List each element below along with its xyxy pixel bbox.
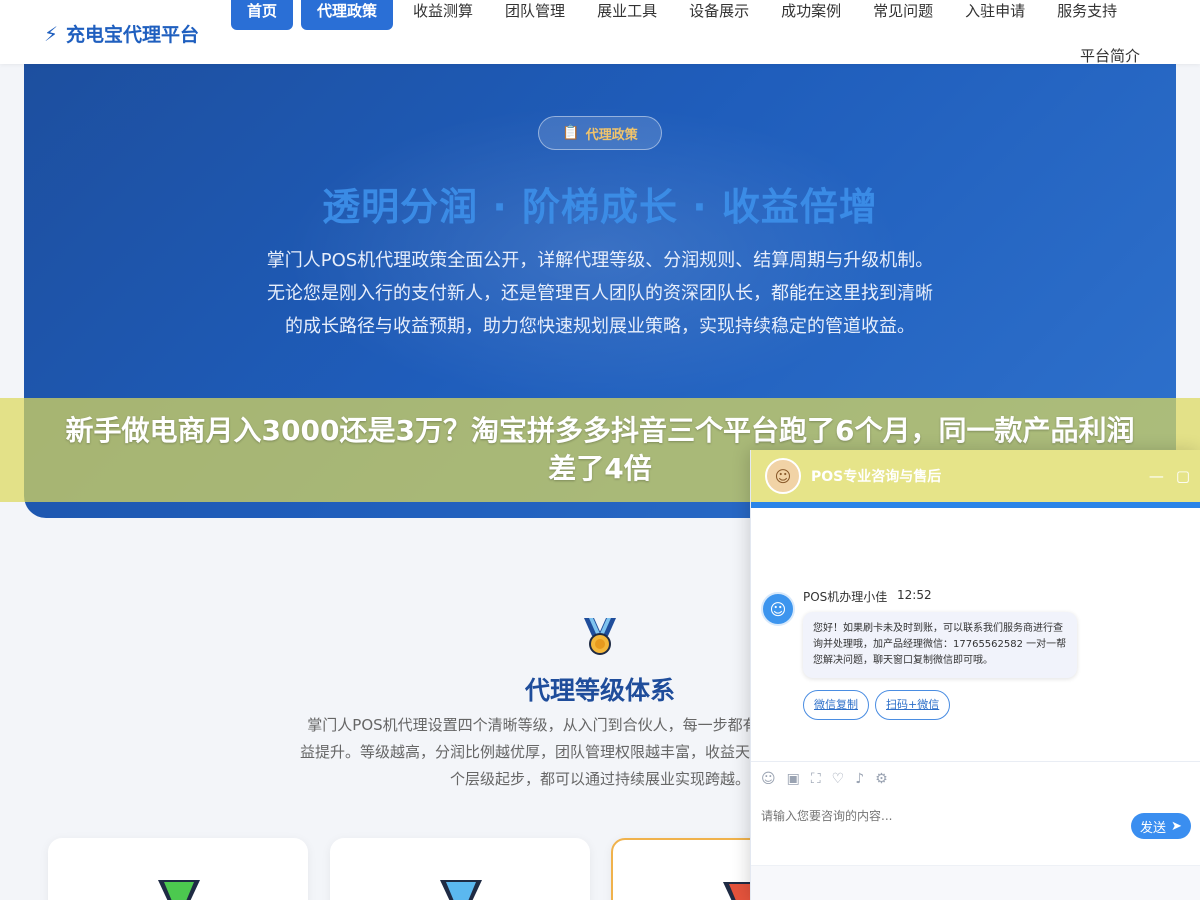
send-button[interactable]: 发送 ➤: [1131, 813, 1191, 839]
message-bubble: 您好！如果刷卡未及时到账，可以联系我们服务商进行查询并处理哦，加产品经理微信：1…: [803, 612, 1077, 678]
scan-wechat-button[interactable]: 扫码+微信: [875, 690, 951, 720]
chat-title: POS专业咨询与售后: [811, 469, 942, 485]
screenshot-icon[interactable]: ⛶: [811, 771, 821, 787]
message-time: 12:52: [897, 588, 932, 602]
nav-home[interactable]: 首页: [231, 0, 294, 30]
chat-window-controls: — ▢: [1149, 467, 1190, 485]
agent-avatar: ☺: [765, 458, 801, 494]
sound-icon[interactable]: ♪: [855, 771, 864, 787]
bot-avatar: ☺: [761, 592, 795, 626]
chat-widget: ☺ POS专业咨询与售后 — ▢ ☺ POS机办理小佳 12:52 您好！如果刷…: [750, 450, 1200, 900]
nav-device-showcase[interactable]: 设备展示: [673, 0, 765, 30]
chat-input-area: 发送 ➤: [751, 795, 1200, 865]
site-logo[interactable]: ⚡ 充电宝代理平台: [44, 20, 199, 47]
nav-platform-intro[interactable]: 平台简介: [1080, 45, 1140, 66]
chat-input[interactable]: [761, 803, 1121, 829]
transfer-icon[interactable]: ⚙: [875, 771, 888, 787]
bot-icon: ☺: [769, 599, 787, 619]
chat-messages[interactable]: ☺ POS机办理小佳 12:52 您好！如果刷卡未及时到账，可以联系我们服务商进…: [751, 508, 1200, 761]
chat-footer: [751, 865, 1200, 900]
medal-icon: [584, 618, 616, 655]
nav-apply[interactable]: 入驻申请: [949, 0, 1041, 30]
image-icon[interactable]: ▣: [787, 771, 800, 787]
chat-header: ☺ POS专业咨询与售后 — ▢: [751, 450, 1200, 502]
logo-text: 充电宝代理平台: [66, 24, 200, 46]
nav-faq[interactable]: 常见问题: [857, 0, 949, 30]
nav-team-management[interactable]: 团队管理: [489, 0, 581, 30]
nav-revenue-calc[interactable]: 收益测算: [397, 0, 489, 30]
hero-title: 透明分润 · 阶梯成长 · 收益倍增: [322, 185, 878, 229]
blue-badge-icon: [440, 880, 482, 900]
copy-wechat-button[interactable]: 微信复制: [803, 690, 869, 720]
quick-reply-group: 微信复制 扫码+微信: [803, 690, 951, 720]
main-nav: 首页 代理政策 收益测算 团队管理 展业工具 设备展示 成功案例 常见问题 入驻…: [231, 0, 1133, 30]
send-icon: ➤: [1171, 818, 1182, 834]
site-header: ⚡ 充电宝代理平台 首页 代理政策 收益测算 团队管理 展业工具 设备展示 成功…: [0, 0, 1200, 66]
person-icon: ☺: [774, 466, 792, 486]
hero-tag-label: 代理政策: [585, 127, 638, 143]
evaluate-icon[interactable]: ♡: [832, 771, 845, 787]
emoji-icon[interactable]: ☺: [761, 771, 776, 787]
nav-service-support[interactable]: 服务支持: [1041, 0, 1133, 30]
clipboard-icon: 📋: [562, 125, 580, 141]
maximize-icon[interactable]: ▢: [1176, 467, 1190, 485]
chat-toolbar: ☺ ▣ ⛶ ♡ ♪ ⚙: [751, 761, 1200, 795]
nav-success-cases[interactable]: 成功案例: [765, 0, 857, 30]
nav-agent-policy[interactable]: 代理政策: [301, 0, 394, 30]
green-badge-icon: [158, 880, 200, 900]
level-card[interactable]: [330, 838, 590, 900]
hero-tag: 📋 代理政策: [538, 116, 662, 150]
message-sender: POS机办理小佳: [803, 590, 888, 604]
nav-sales-tools[interactable]: 展业工具: [581, 0, 673, 30]
lightning-icon: ⚡: [44, 21, 59, 46]
level-card[interactable]: [48, 838, 308, 900]
minimize-icon[interactable]: —: [1149, 467, 1164, 485]
hero-description: 掌门人POS机代理政策全面公开，详解代理等级、分润规则、结算周期与升级机制。无论…: [266, 250, 934, 337]
send-label: 发送: [1140, 820, 1167, 836]
